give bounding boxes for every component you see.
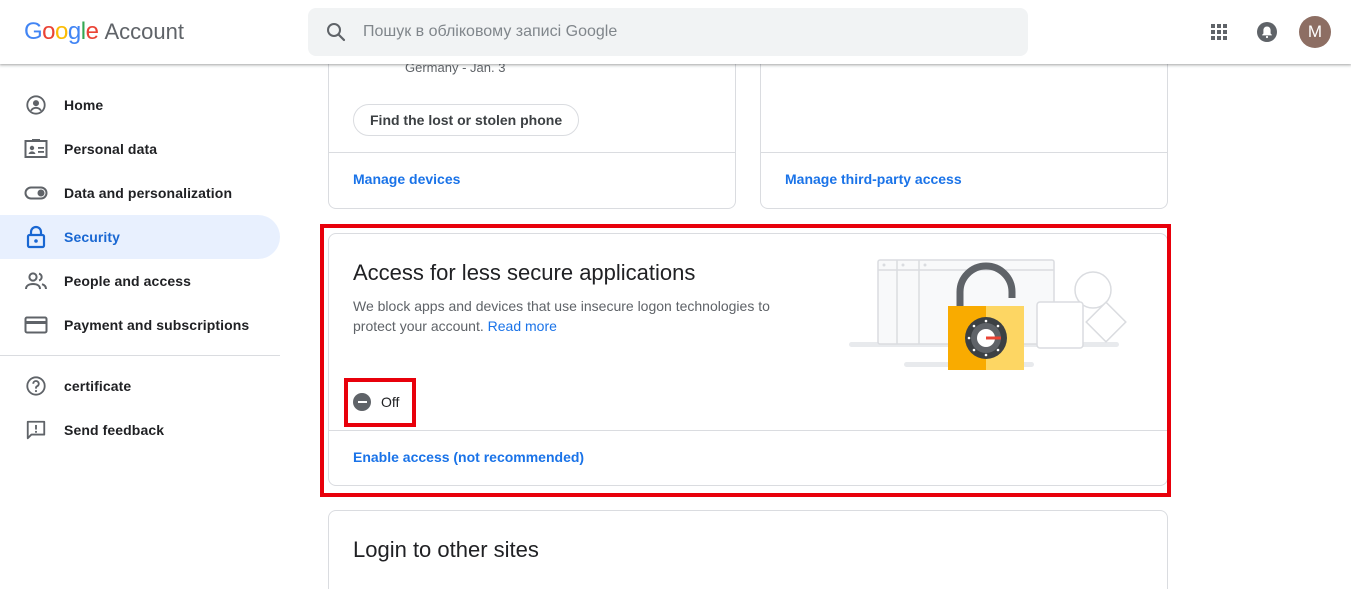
read-more-link[interactable]: Read more: [488, 318, 557, 334]
sidebar-item-security[interactable]: Security: [0, 215, 280, 259]
card-divider: [761, 152, 1167, 153]
search-placeholder: Пошук в обліковому записі Google: [363, 23, 618, 40]
third-party-access-card: Manage third-party access: [760, 40, 1168, 209]
avatar[interactable]: M: [1299, 16, 1331, 48]
search-input[interactable]: Пошук в обліковому записі Google: [308, 8, 1028, 56]
sidebar-item-label: Payment and subscriptions: [64, 317, 250, 333]
account-wordmark: Account: [104, 19, 184, 44]
sidebar-item-send-feedback[interactable]: Send feedback: [0, 408, 280, 452]
login-other-sites-card: Login to other sites: [328, 510, 1168, 589]
enable-access-link[interactable]: Enable access (not recommended): [353, 449, 584, 465]
status-label: Off: [381, 394, 400, 410]
card-divider: [329, 152, 735, 153]
minus-circle-icon: [353, 393, 371, 411]
sidebar-item-certificate[interactable]: certificate: [0, 364, 280, 408]
google-wordmark: Google: [24, 18, 99, 45]
sidebar-item-label: Personal data: [64, 141, 158, 157]
sidebar-divider: [0, 355, 280, 356]
google-account-logo[interactable]: Google Account: [24, 18, 184, 46]
access-status: Off: [353, 393, 399, 411]
lock-icon: [24, 225, 48, 249]
account-circle-icon: [24, 93, 48, 117]
sidebar-item-home[interactable]: Home: [0, 83, 280, 127]
sidebar-item-personal-data[interactable]: Personal data: [0, 127, 280, 171]
find-phone-button[interactable]: Find the lost or stolen phone: [353, 104, 580, 136]
card-divider: [329, 430, 1167, 431]
padlock-illustration-icon: [849, 259, 1127, 370]
sidebar-item-label: certificate: [64, 378, 132, 394]
apps-grid-icon[interactable]: [1207, 20, 1231, 44]
credit-card-icon: [24, 313, 48, 337]
sidebar-item-data-personalization[interactable]: Data and personalization: [0, 171, 280, 215]
devices-card: Germany - Jan. 3 Find the lost or stolen…: [328, 40, 736, 209]
sidebar-item-payments[interactable]: Payment and subscriptions: [0, 303, 280, 347]
sidebar-nav: Home Personal data Data and personalizat…: [0, 83, 280, 452]
help-circle-icon: [24, 374, 48, 398]
manage-devices-link[interactable]: Manage devices: [353, 171, 460, 187]
search-icon[interactable]: [324, 20, 348, 44]
sidebar-item-label: Home: [64, 97, 104, 113]
sidebar-item-label: People and access: [64, 273, 191, 289]
id-card-icon: [24, 137, 48, 161]
toggle-icon: [24, 181, 48, 205]
card-description: We block apps and devices that use insec…: [353, 298, 770, 334]
sidebar-item-label: Send feedback: [64, 422, 165, 438]
less-secure-apps-card: Access for less secure applications We b…: [328, 233, 1168, 486]
card-title: Login to other sites: [353, 537, 539, 562]
notifications-icon[interactable]: [1255, 20, 1279, 44]
sidebar-item-label: Security: [64, 229, 121, 245]
manage-third-party-link[interactable]: Manage third-party access: [785, 171, 962, 187]
sidebar-item-people-access[interactable]: People and access: [0, 259, 280, 303]
sidebar-item-label: Data and personalization: [64, 185, 233, 201]
card-title: Access for less secure applications: [353, 260, 696, 285]
people-icon: [24, 269, 48, 293]
feedback-icon: [24, 418, 48, 442]
top-app-bar: Google Account Пошук в обліковому записі…: [0, 0, 1351, 64]
